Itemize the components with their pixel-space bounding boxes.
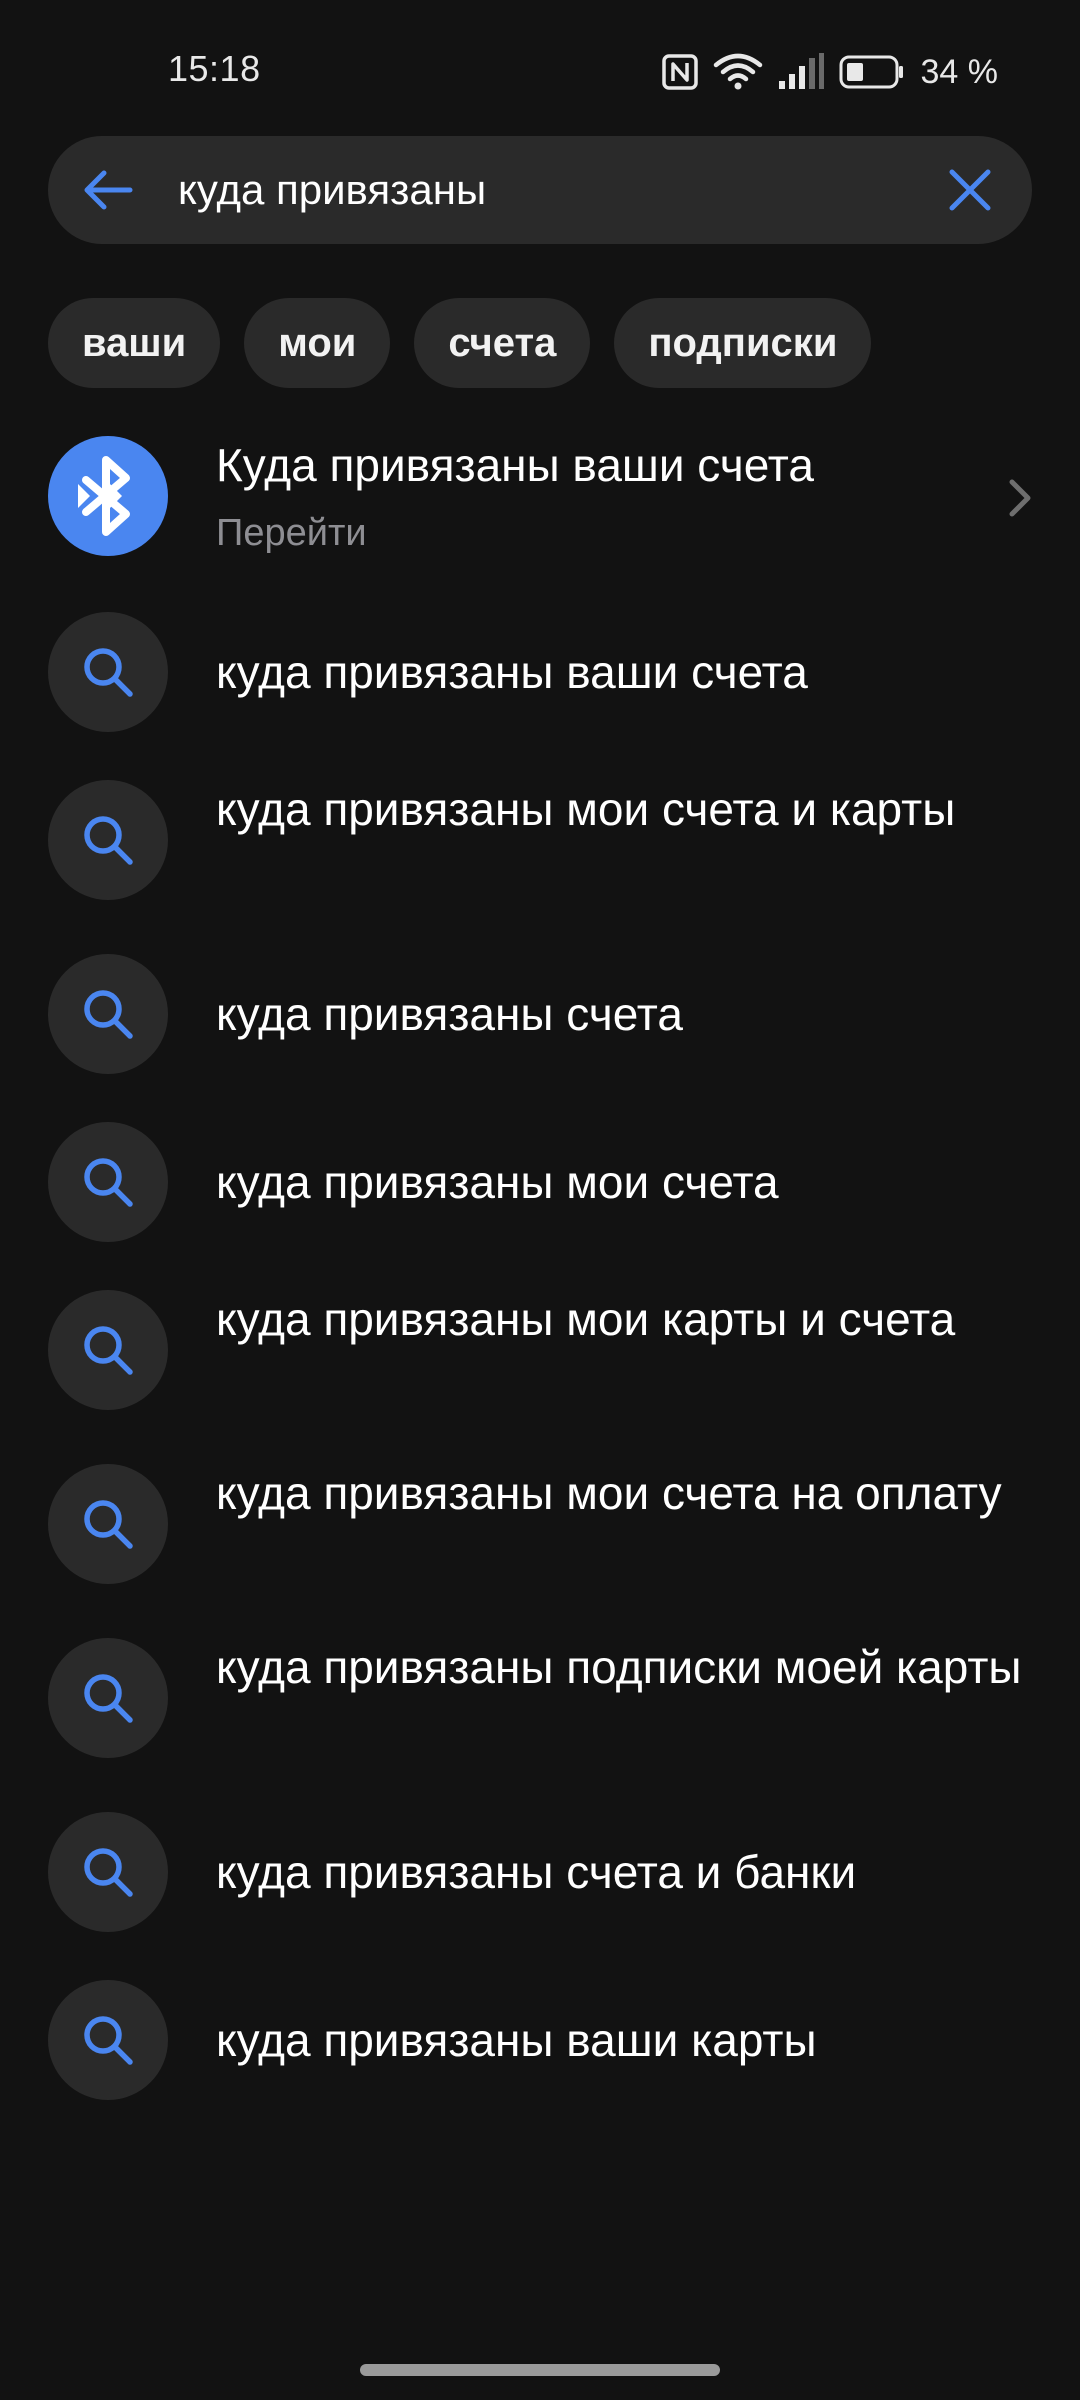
chip-vashi[interactable]: ваши (48, 298, 221, 388)
suggestion-text: куда привязаны счета и банки (216, 1846, 857, 1898)
status-bar: 15:18 34 % (0, 0, 1080, 140)
battery-icon (839, 54, 905, 90)
suggestion-item[interactable]: куда привязаны мои счета и карты (0, 780, 1080, 900)
suggestion-item[interactable]: куда привязаны ваши счета (0, 612, 1080, 732)
home-indicator[interactable] (360, 2364, 720, 2376)
search-input[interactable] (178, 136, 938, 244)
suggestion-item[interactable]: куда привязаны мои счета (0, 1122, 1080, 1242)
search-icon (48, 1980, 168, 2100)
suggestion-item[interactable]: куда привязаны счета и банки (0, 1812, 1080, 1932)
back-button[interactable] (80, 162, 136, 218)
app-result-row[interactable]: Куда привязаны ваши счета Перейти (0, 420, 1080, 580)
suggestion-text: куда привязаны мои счета (216, 1156, 779, 1208)
search-icon (48, 612, 168, 732)
chip-scheta[interactable]: счета (414, 298, 591, 388)
suggestion-item[interactable]: куда привязаны ваши карты (0, 1980, 1080, 2100)
suggestion-item[interactable]: куда привязаны подписки моей карты (0, 1638, 1080, 1758)
status-time: 15:18 (168, 48, 261, 89)
signal-icon (777, 53, 825, 91)
suggestion-text: куда привязаны ваши карты (216, 2014, 817, 2066)
app-result-title: Куда привязаны ваши счета (216, 439, 814, 491)
suggestion-text: куда привязаны ваши счета (216, 646, 808, 698)
search-bar (48, 136, 1032, 244)
chip-moi[interactable]: мои (244, 298, 391, 388)
wifi-icon (713, 53, 763, 91)
chip-podpiski[interactable]: подписки (614, 298, 872, 388)
search-icon (48, 954, 168, 1074)
search-icon (48, 1290, 168, 1410)
suggestion-text: куда привязаны счета (216, 988, 683, 1040)
nfc-icon (661, 53, 699, 91)
app-result-subtitle: Перейти (216, 512, 367, 554)
search-icon (48, 780, 168, 900)
status-icons: 34 % (661, 50, 999, 94)
suggestion-text: куда привязаны мои карты и счета (216, 1293, 956, 1345)
search-icon (48, 1122, 168, 1242)
suggestion-chips: ваши мои счета подписки (48, 298, 872, 388)
suggestion-text: куда привязаны подписки моей карты (216, 1641, 1022, 1693)
suggestion-item[interactable]: куда привязаны мои счета на оплату (0, 1464, 1080, 1584)
bluetooth-app-icon (48, 436, 168, 556)
back-arrow-icon (84, 170, 133, 210)
chevron-right-icon (1009, 479, 1031, 517)
search-icon (48, 1638, 168, 1758)
clear-search-button[interactable] (946, 166, 994, 214)
suggestion-text: куда привязаны мои счета на оплату (216, 1467, 1002, 1519)
search-icon (48, 1812, 168, 1932)
close-icon (949, 169, 991, 211)
suggestion-item[interactable]: куда привязаны мои карты и счета (0, 1290, 1080, 1410)
search-icon (48, 1464, 168, 1584)
battery-percentage: 34 % (920, 52, 999, 91)
suggestion-text: куда привязаны мои счета и карты (216, 783, 956, 835)
suggestion-item[interactable]: куда привязаны счета (0, 954, 1080, 1074)
